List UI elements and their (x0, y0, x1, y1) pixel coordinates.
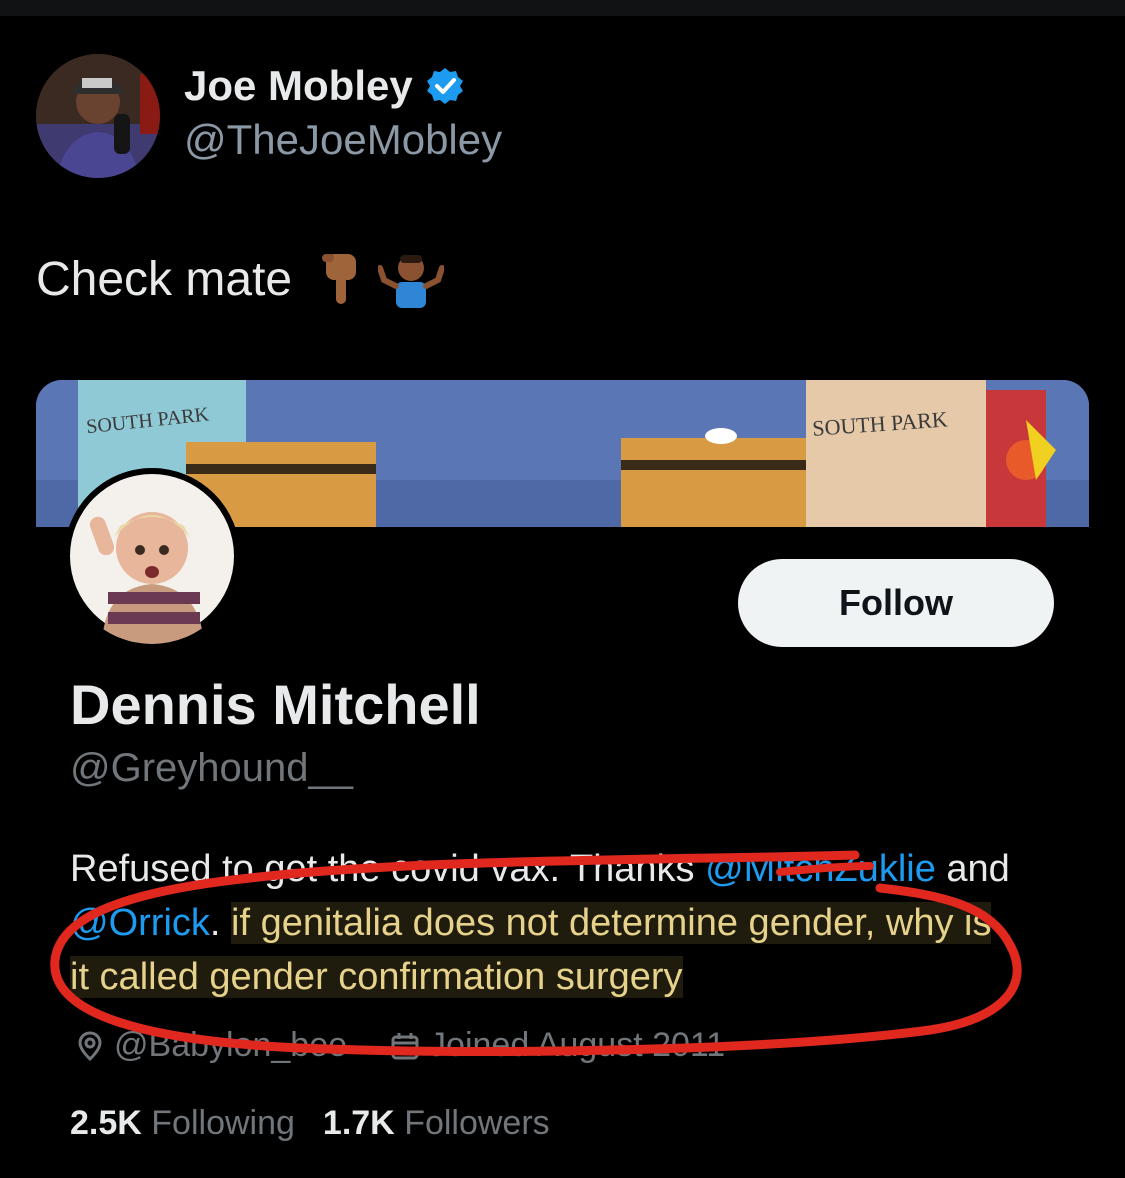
author-name-text: Joe Mobley (184, 62, 413, 109)
following-stat[interactable]: 2.5K Following (70, 1104, 295, 1143)
follow-button[interactable]: Follow (738, 559, 1054, 647)
bio-text-2: and (935, 848, 1010, 890)
shrug-emoji-icon (378, 255, 445, 308)
bio-text-3: . (209, 902, 232, 944)
tweet-text: Check mate (36, 250, 445, 308)
verified-badge-icon (426, 68, 463, 104)
location-pin-icon (78, 1030, 102, 1061)
following-label: Following (151, 1104, 295, 1142)
followers-count: 1.7K (322, 1104, 395, 1142)
author-name[interactable]: Joe Mobley (184, 62, 465, 110)
author-handle[interactable]: @TheJoeMobley (184, 116, 502, 164)
profile-joined-date: Joined August 2011 (429, 1026, 726, 1064)
profile-avatar[interactable] (64, 468, 240, 644)
profile-handle[interactable]: @Greyhound__ (70, 746, 353, 791)
pointing-down-emoji-icon (322, 254, 357, 304)
profile-meta: @Babylon_bee Joined August 2011 (74, 1026, 725, 1065)
status-bar-edge (0, 0, 1125, 16)
profile-stats: 2.5K Following 1.7K Followers (70, 1104, 550, 1143)
calendar-icon (391, 1032, 419, 1059)
profile-location[interactable]: @Babylon_bee (114, 1026, 347, 1065)
tweet-text-content: Check mate (36, 252, 293, 306)
following-count: 2.5K (70, 1104, 142, 1142)
profile-name[interactable]: Dennis Mitchell (70, 672, 481, 737)
author-avatar[interactable] (36, 54, 160, 178)
bio-mention-link[interactable]: @MitchZuklie (705, 848, 936, 890)
followers-stat[interactable]: 1.7K Followers (323, 1104, 550, 1143)
bio-text-1: Refused to get the covid vax. Thanks (70, 848, 706, 890)
profile-bio: Refused to get the covid vax. Thanks @Mi… (70, 842, 1010, 1004)
bio-mention-link[interactable]: @Orrick (70, 902, 210, 944)
followers-label: Followers (404, 1104, 550, 1142)
